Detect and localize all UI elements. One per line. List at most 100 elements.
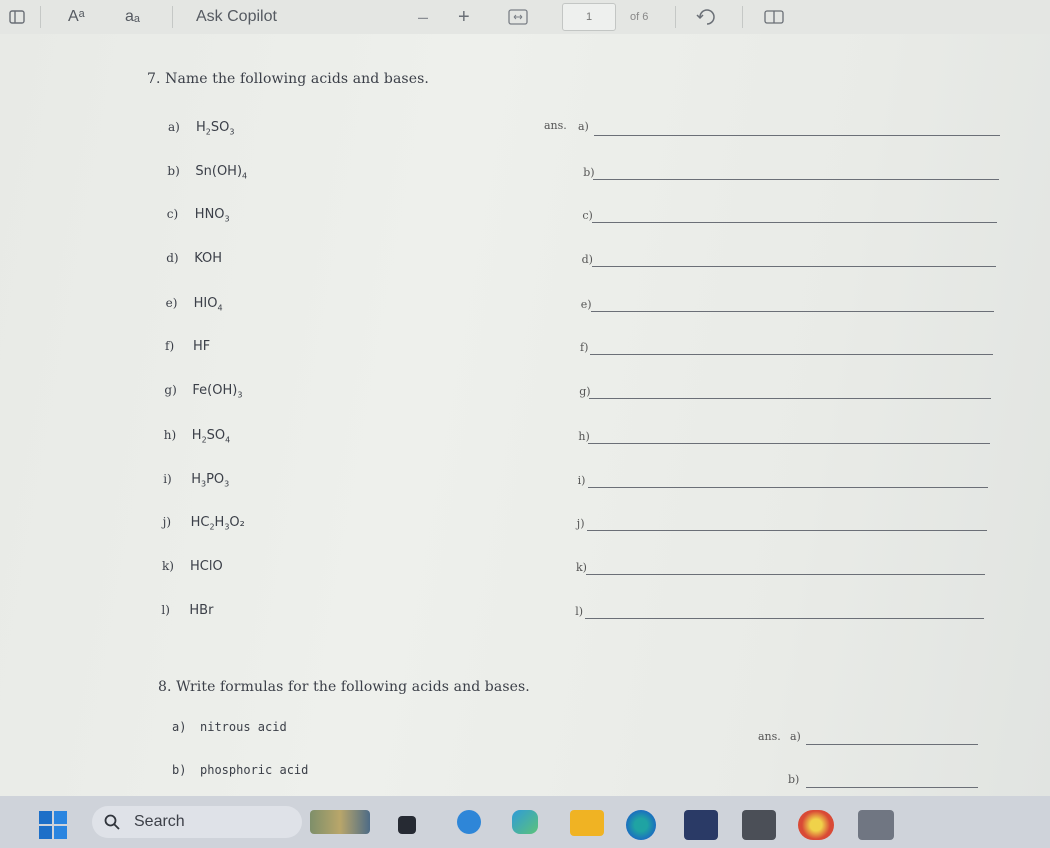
chat-icon[interactable] bbox=[457, 810, 481, 834]
q7-item: c) HNO3 bbox=[167, 207, 230, 224]
file-explorer-icon[interactable] bbox=[570, 810, 604, 836]
q7-item: l) HBr bbox=[161, 603, 213, 620]
q7-answer-label: c) bbox=[582, 209, 593, 222]
item-letter: d) bbox=[166, 251, 179, 265]
q7-item: h) H2SO4 bbox=[164, 428, 230, 445]
q7-item: d) KOH bbox=[166, 251, 222, 268]
item-letter: f) bbox=[165, 339, 175, 353]
q7-ans-prefix: ans. bbox=[544, 119, 567, 132]
q7-answer-blank[interactable] bbox=[590, 311, 995, 312]
item-letter: g) bbox=[164, 383, 177, 397]
widgets-icon[interactable] bbox=[310, 810, 370, 834]
text-size-icon[interactable]: Aᵃ bbox=[68, 0, 85, 34]
chemical-formula: HIO4 bbox=[193, 296, 223, 313]
chemical-formula: HC2H3O₂ bbox=[190, 515, 245, 532]
q7-item: j) HC2H3O₂ bbox=[163, 515, 245, 532]
q7-answer-blank[interactable] bbox=[588, 443, 990, 444]
worksheet-page: 7. Name the following acids and bases. a… bbox=[0, 34, 1050, 796]
chemical-formula: Sn(OH)4 bbox=[195, 164, 248, 181]
q7-answer-label: i) bbox=[577, 474, 586, 487]
chemical-formula: KOH bbox=[194, 251, 223, 266]
chemical-formula: H3PO3 bbox=[191, 472, 230, 489]
windows-start-icon[interactable] bbox=[38, 810, 68, 840]
item-letter: b) bbox=[167, 164, 180, 178]
q7-answer-label: k) bbox=[576, 561, 587, 574]
acid-name: nitrous acid bbox=[200, 720, 287, 734]
zoom-out-button[interactable]: – bbox=[418, 0, 428, 34]
q8-ans-prefix: ans. bbox=[758, 730, 781, 743]
q7-answer-label: d) bbox=[581, 253, 593, 266]
chemical-formula: HNO3 bbox=[194, 207, 230, 224]
q7-answer-blank[interactable] bbox=[594, 135, 1000, 136]
q7-answer-label: h) bbox=[578, 430, 590, 443]
zoom-in-button[interactable]: + bbox=[458, 0, 470, 34]
q7-item: a) H2SO3 bbox=[168, 120, 234, 137]
q7-answer-blank[interactable] bbox=[593, 179, 999, 180]
question-7-title: 7. Name the following acids and bases. bbox=[147, 71, 429, 87]
taskbar-search[interactable]: Search bbox=[92, 806, 302, 838]
q7-item: k) HClO bbox=[162, 559, 223, 576]
sidebar-toggle-icon[interactable] bbox=[4, 0, 30, 34]
q8-answer-label: b) bbox=[788, 773, 800, 786]
item-letter: e) bbox=[165, 296, 178, 310]
edge-icon[interactable] bbox=[512, 810, 538, 834]
q7-answer-blank[interactable] bbox=[585, 618, 984, 619]
search-placeholder: Search bbox=[134, 813, 185, 830]
page-number-input[interactable]: 1 bbox=[562, 3, 616, 31]
question-8-title: 8. Write formulas for the following acid… bbox=[158, 679, 530, 695]
q7-answer-label: l) bbox=[575, 605, 583, 618]
taskbar: Search bbox=[0, 796, 1050, 848]
acid-name: phosphoric acid bbox=[200, 763, 309, 777]
item-letter: b) bbox=[172, 763, 187, 777]
task-view-icon[interactable] bbox=[398, 816, 416, 834]
q7-answer-blank[interactable] bbox=[589, 398, 992, 399]
q7-answer-blank[interactable] bbox=[586, 530, 987, 531]
q7-item: e) HIO4 bbox=[166, 296, 223, 313]
q8-item: a) nitrous acid bbox=[172, 720, 287, 734]
store-icon[interactable] bbox=[684, 810, 718, 840]
chemical-formula: H2SO3 bbox=[196, 120, 235, 137]
page-total-label: of 6 bbox=[630, 11, 649, 23]
q7-answer-label: f) bbox=[580, 341, 589, 354]
q7-answer-blank[interactable] bbox=[591, 266, 996, 267]
chemical-formula: Fe(OH)3 bbox=[192, 383, 243, 400]
q7-answer-label: g) bbox=[579, 385, 591, 398]
item-letter: l) bbox=[161, 603, 170, 617]
q8-answer-label: a) bbox=[790, 730, 801, 743]
ask-copilot-button[interactable]: Ask Copilot bbox=[196, 0, 277, 34]
q7-answer-blank[interactable] bbox=[590, 354, 993, 355]
q7-answer-blank[interactable] bbox=[587, 487, 989, 488]
q7-item: f) HF bbox=[165, 339, 210, 356]
q7-item: i) H3PO3 bbox=[163, 472, 229, 489]
item-letter: a) bbox=[168, 120, 180, 134]
app-icon[interactable] bbox=[858, 810, 894, 840]
q8-answer-blank[interactable] bbox=[806, 787, 978, 788]
chemical-formula: HClO bbox=[190, 559, 223, 574]
q7-answer-label: b) bbox=[583, 166, 595, 179]
chrome-icon[interactable] bbox=[798, 810, 834, 840]
item-letter: i) bbox=[163, 472, 172, 486]
search-icon bbox=[104, 814, 120, 830]
q7-answer-blank[interactable] bbox=[592, 222, 998, 223]
page-view-icon[interactable] bbox=[764, 0, 784, 34]
q8-answer-blank[interactable] bbox=[806, 744, 978, 745]
q7-answer-label: j) bbox=[576, 517, 585, 530]
item-letter: k) bbox=[162, 559, 174, 573]
item-letter: j) bbox=[162, 515, 171, 529]
chemical-formula: HF bbox=[193, 339, 211, 354]
q7-item: b) Sn(OH)4 bbox=[167, 164, 247, 181]
q7-item: g) Fe(OH)3 bbox=[164, 383, 242, 400]
q7-answer-blank[interactable] bbox=[586, 574, 986, 575]
q7-answer-label: e) bbox=[580, 298, 592, 311]
browser-icon[interactable] bbox=[626, 810, 656, 840]
camera-icon[interactable] bbox=[742, 810, 776, 840]
fit-page-icon[interactable] bbox=[508, 0, 528, 34]
q7-answer-label: a) bbox=[578, 120, 589, 133]
item-letter: c) bbox=[166, 207, 179, 221]
chemical-formula: H2SO4 bbox=[191, 428, 231, 445]
read-aloud-icon[interactable]: aₐ bbox=[125, 0, 140, 34]
rotate-icon[interactable] bbox=[696, 0, 718, 34]
q8-item: b) phosphoric acid bbox=[172, 763, 308, 777]
item-letter: h) bbox=[163, 428, 177, 442]
item-letter: a) bbox=[172, 720, 187, 734]
